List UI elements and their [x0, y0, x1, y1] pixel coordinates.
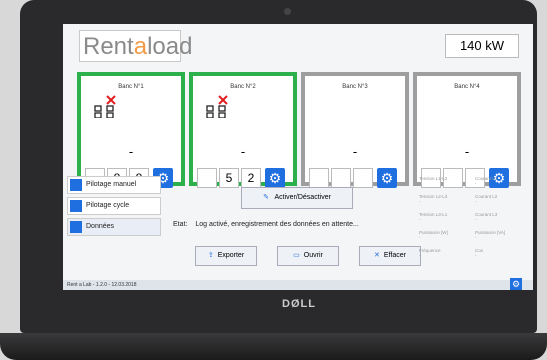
metric-puissance-w: Puissance [W] - [419, 230, 448, 240]
logo-text-accent: a [133, 33, 148, 60]
metric-puissance-va: Puissance [VA] - [475, 230, 506, 240]
logo: Rentaload [83, 33, 192, 61]
open-button[interactable]: ▭ Ouvrir [277, 246, 339, 266]
version-text: Rent a Lab - 1.2.0 - 12.03.2018 [67, 282, 137, 288]
menu-pilotage-cycle[interactable]: Pilotage cycle [67, 197, 161, 215]
logo-text-suffix: load [147, 33, 193, 60]
metric-courant-l2: Courant L2- [475, 194, 498, 204]
bank-cell [331, 168, 351, 188]
brand-logo: DØLL [282, 298, 316, 310]
close-icon: ✕ [374, 252, 380, 259]
menu-label: Pilotage manuel [86, 181, 137, 188]
bank-title: Banc N°3 [342, 84, 368, 90]
activate-button[interactable]: ✎ Activer/Désactiver [241, 187, 353, 209]
menu-label: Données [86, 223, 115, 230]
gear-icon[interactable]: ⚙ [265, 168, 285, 188]
status-line: Etat: Log activé, enregistrement des don… [173, 221, 359, 228]
settings-gear-icon[interactable]: ⚙ [510, 278, 522, 290]
menu-label: Pilotage cycle [86, 202, 130, 209]
power-readout: 140 kW [445, 34, 519, 58]
clear-label: Effacer [383, 252, 406, 259]
metric-frequence: Fréquence - [419, 248, 441, 258]
metric-tension-l3-l1: Tension L3-L1- [419, 212, 448, 222]
status-text: Log activé, enregistrement des données e… [195, 221, 359, 228]
bank-card-4[interactable]: Banc N°4 - ⚙ [413, 72, 521, 188]
bank-cell: 2 [241, 168, 261, 188]
menu-pilotage-manuel[interactable]: Pilotage manuel [67, 176, 161, 194]
bank-cell [353, 168, 373, 188]
metric-cos: Cos - [475, 248, 484, 258]
export-button[interactable]: ⇪ Exporter [195, 246, 257, 266]
bank-title: Banc N°1 [118, 84, 144, 90]
bank-card-1[interactable]: Banc N°1 - 8 8 ⚙ [77, 72, 185, 188]
bank-cell [197, 168, 217, 188]
logo-box: Rentaload [79, 30, 192, 62]
bank-title: Banc N°4 [454, 84, 480, 90]
edit-icon: ✎ [263, 194, 269, 201]
gear-icon[interactable]: ⚙ [377, 168, 397, 188]
metric-courant-l3: Courant L3- [475, 212, 498, 222]
bank-cell [309, 168, 329, 188]
export-label: Exporter [217, 252, 245, 259]
play-icon [70, 200, 82, 212]
bank-cell: 5 [219, 168, 239, 188]
menu-donnees[interactable]: Données [67, 218, 161, 236]
status-label: Etat: [173, 221, 188, 228]
side-menu: Pilotage manuel Pilotage cycle Données [67, 176, 161, 239]
app-window: Rentaload 140 kW Banc N°1 - 8 8 ⚙ Banc N… [63, 24, 533, 290]
activate-label: Activer/Désactiver [274, 194, 331, 201]
hand-icon [70, 179, 82, 191]
export-icon: ⇪ [207, 252, 214, 259]
metric-tension-l2-l3: Tension L2-L3- [419, 194, 448, 204]
clear-button[interactable]: ✕ Effacer [359, 246, 421, 266]
logo-text-prefix: Rent [83, 33, 134, 60]
bank-value: - [352, 144, 358, 159]
bank-card-3[interactable]: Banc N°3 - ⚙ [301, 72, 409, 188]
open-label: Ouvrir [303, 252, 323, 259]
data-icon [70, 221, 82, 233]
status-bar: Rent a Lab - 1.2.0 - 12.03.2018 [63, 280, 533, 290]
bank-value: - [240, 144, 246, 159]
bank-value: - [464, 144, 470, 159]
network-disconnected-icon [94, 95, 116, 118]
laptop: Rentaload 140 kW Banc N°1 - 8 8 ⚙ Banc N… [20, 0, 537, 333]
network-disconnected-icon [206, 95, 228, 118]
laptop-base [0, 333, 547, 360]
bank-value: - [128, 144, 134, 159]
metric-tension-l1-l2: Tension L1-L2- [419, 176, 448, 186]
bank-card-2[interactable]: Banc N°2 - 5 2 ⚙ [189, 72, 297, 188]
webcam [284, 8, 291, 15]
open-icon: ▭ [293, 252, 300, 259]
bank-title: Banc N°2 [230, 84, 256, 90]
metric-courant-l1: Courant L1- [475, 176, 498, 186]
